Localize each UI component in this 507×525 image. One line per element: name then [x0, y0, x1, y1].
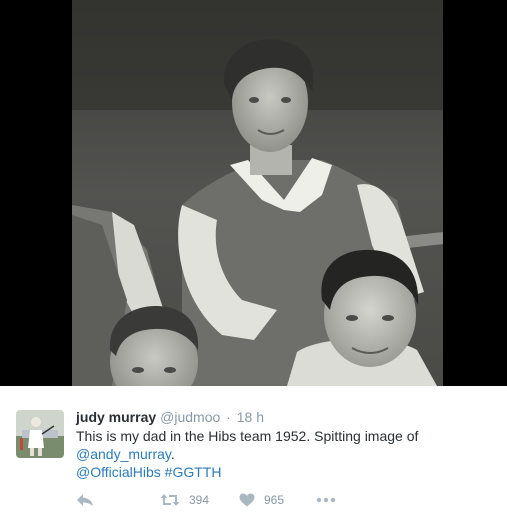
like-count: 965: [264, 493, 285, 507]
author-avatar[interactable]: [16, 410, 64, 458]
reply-icon: [77, 494, 93, 506]
author-handle[interactable]: @judmoo: [160, 409, 220, 425]
more-dots-icon: [316, 497, 336, 503]
retweet-icon: [160, 494, 180, 506]
more-options-button[interactable]: [316, 490, 336, 510]
tweet-actions: 394 965: [76, 490, 376, 510]
tweet-body: judy murray @judmoo · 18 h This is my dad…: [0, 386, 507, 525]
like-button[interactable]: 965: [239, 490, 284, 510]
author-display-name[interactable]: judy murray: [76, 409, 156, 425]
reply-button[interactable]: [76, 490, 94, 510]
tweet-timestamp[interactable]: 18 h: [237, 409, 264, 425]
tweet-media-frame[interactable]: [0, 0, 507, 386]
retweet-count: 394: [189, 493, 210, 507]
mention-official-hibs-link[interactable]: @OfficialHibs: [76, 464, 161, 480]
tweet-text-line-1: This is my dad in the Hibs team 1952. Sp…: [76, 428, 419, 444]
header-separator: ·: [226, 409, 231, 425]
tweet-text-line-2: @andy_murray.: [76, 445, 496, 463]
hashtag-ggtth-link[interactable]: #GGTTH: [165, 464, 222, 480]
tweet-text-line-3: @OfficialHibs #GGTTH: [76, 463, 496, 481]
mention-trailing-period: .: [170, 446, 175, 462]
retweet-button[interactable]: 394: [160, 490, 209, 510]
heart-icon: [239, 493, 255, 507]
tweet-text: This is my dad in the Hibs team 1952. Sp…: [76, 427, 496, 481]
tweet-photo[interactable]: [72, 0, 443, 386]
tweet-header: judy murray @judmoo · 18 h: [76, 408, 264, 426]
mention-andy-murray-link[interactable]: @andy_murray: [76, 446, 171, 462]
